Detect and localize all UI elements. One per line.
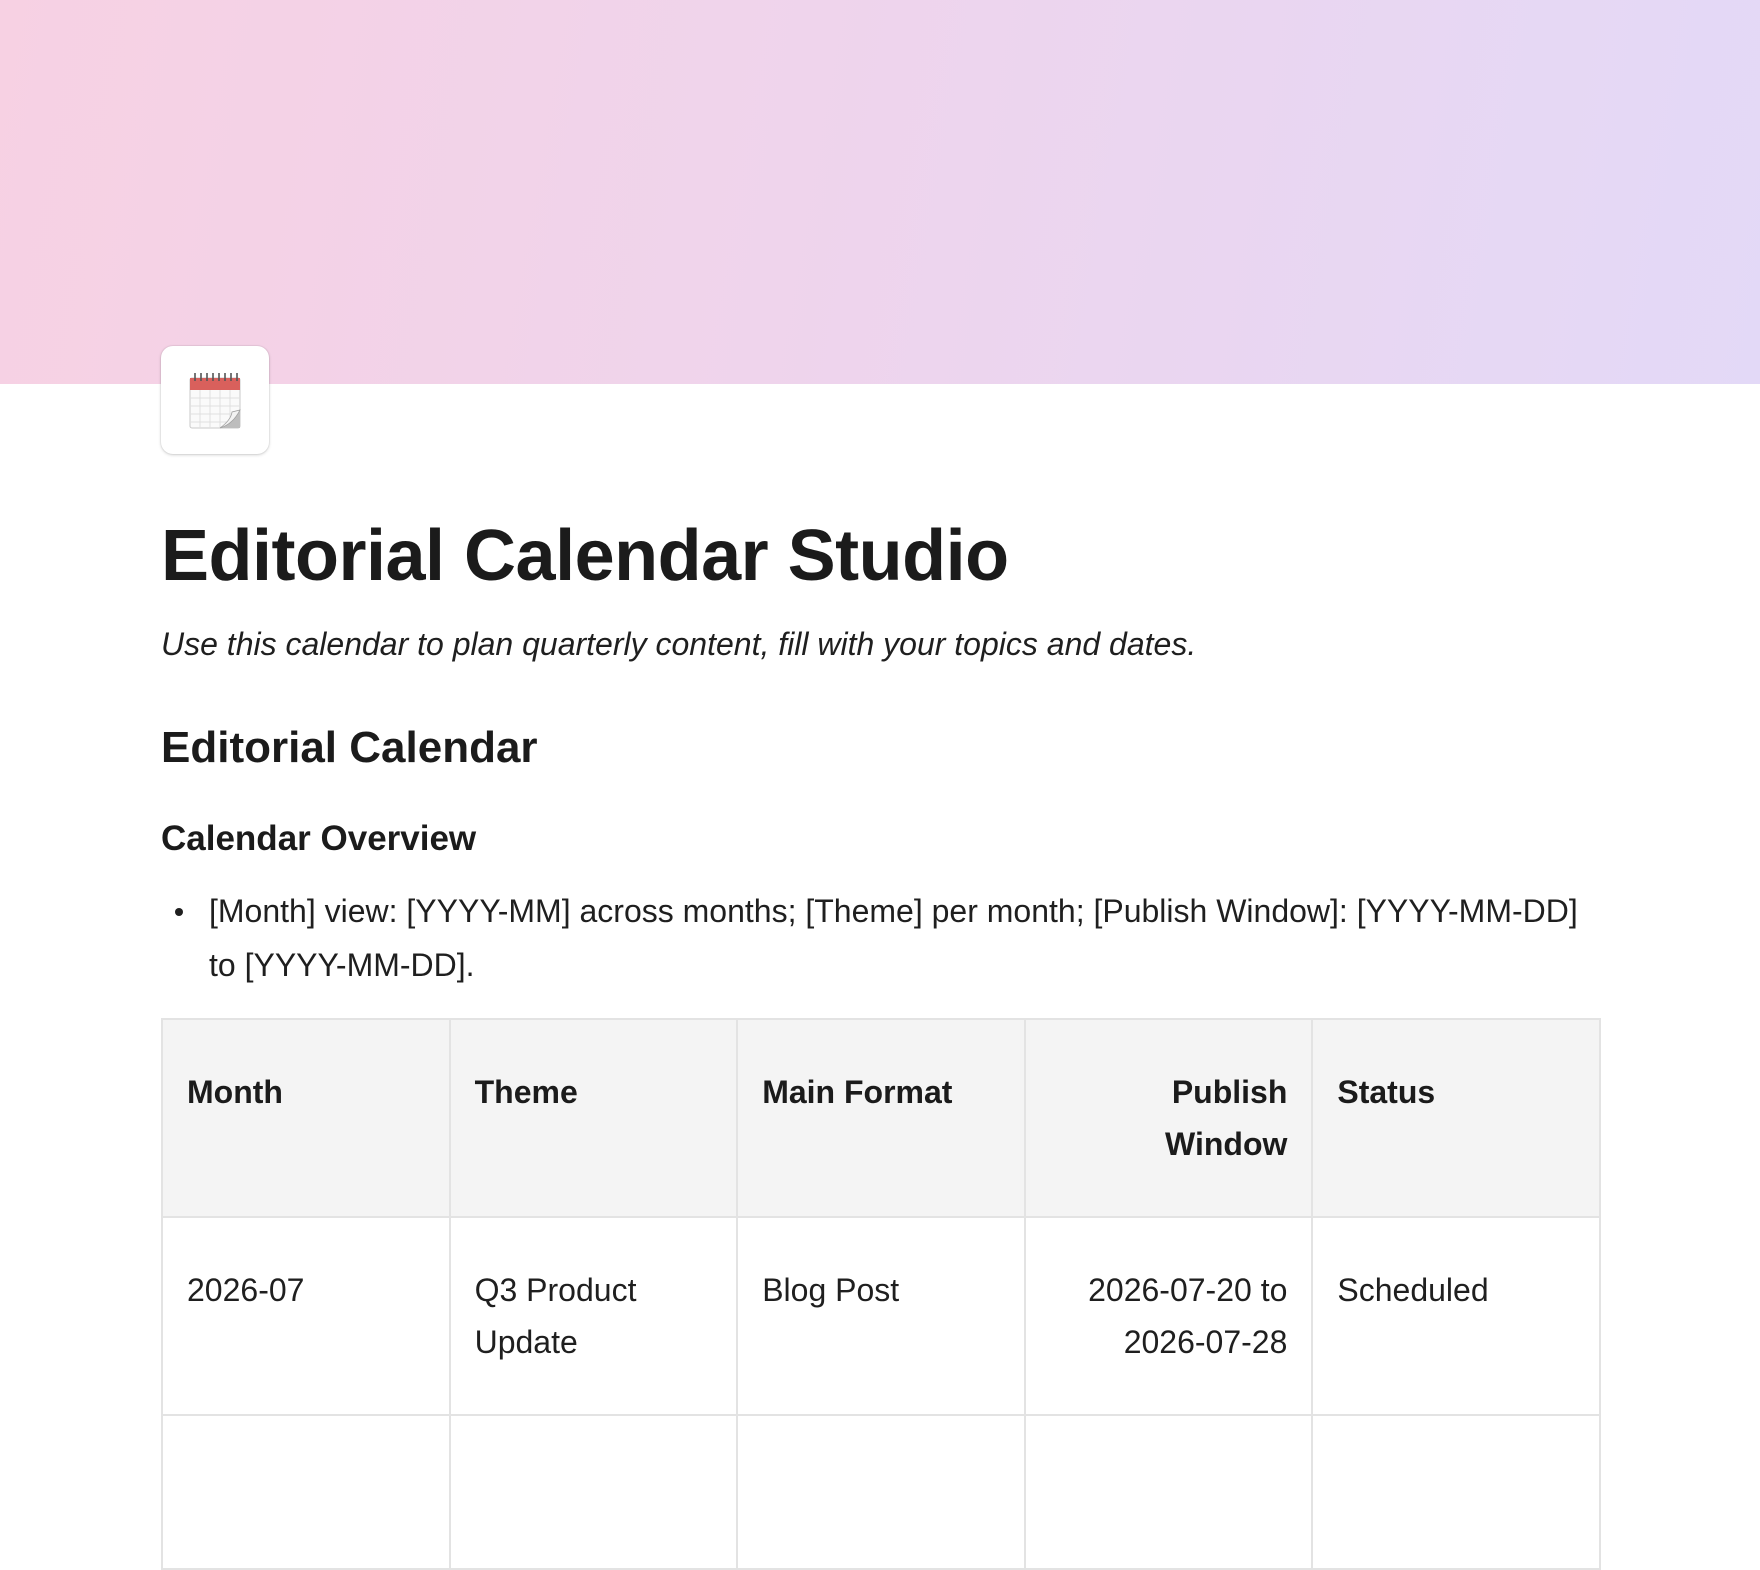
page-title: Editorial Calendar Studio	[161, 516, 1009, 596]
calendar-table-wrapper: Month Theme Main Format Publish Window S…	[161, 1018, 1601, 1570]
bullet-dot	[175, 908, 183, 916]
header-main-format[interactable]: Main Format	[736, 1018, 1026, 1218]
overview-bullet-list: [Month] view: [YYYY-MM] across months; […	[161, 884, 1601, 992]
section-heading: Editorial Calendar	[161, 723, 538, 772]
calendar-table: Month Theme Main Format Publish Window S…	[161, 1018, 1601, 1570]
header-status[interactable]: Status	[1311, 1018, 1601, 1218]
header-month[interactable]: Month	[161, 1018, 451, 1218]
cell-theme[interactable]	[448, 1414, 739, 1570]
cell-status[interactable]	[1311, 1414, 1601, 1570]
cell-main-format[interactable]: Blog Post	[736, 1216, 1026, 1416]
cell-status[interactable]: Scheduled	[1311, 1216, 1601, 1416]
table-header-row: Month Theme Main Format Publish Window S…	[161, 1018, 1601, 1218]
bullet-text: [Month] view: [YYYY-MM] across months; […	[209, 893, 1578, 983]
cell-main-format[interactable]	[736, 1414, 1026, 1570]
header-theme[interactable]: Theme	[448, 1018, 739, 1218]
table-row: 2026-07 Q3 Product Update Blog Post 2026…	[161, 1216, 1601, 1416]
section-subheading: Calendar Overview	[161, 819, 477, 858]
page-cover	[0, 0, 1760, 384]
cell-publish-window[interactable]	[1023, 1414, 1314, 1570]
cell-theme[interactable]: Q3 Product Update	[448, 1216, 739, 1416]
cell-month[interactable]	[161, 1414, 451, 1570]
cell-month[interactable]: 2026-07	[161, 1216, 451, 1416]
page-subtitle: Use this calendar to plan quarterly cont…	[161, 626, 1197, 662]
cell-publish-window[interactable]: 2026-07-20 to 2026-07-28	[1023, 1216, 1314, 1416]
calendar-icon[interactable]	[161, 346, 269, 454]
header-publish-window[interactable]: Publish Window	[1023, 1018, 1314, 1218]
table-row	[161, 1414, 1601, 1570]
bullet-item: [Month] view: [YYYY-MM] across months; […	[161, 884, 1589, 992]
calendar-icon-graphic	[189, 373, 241, 429]
